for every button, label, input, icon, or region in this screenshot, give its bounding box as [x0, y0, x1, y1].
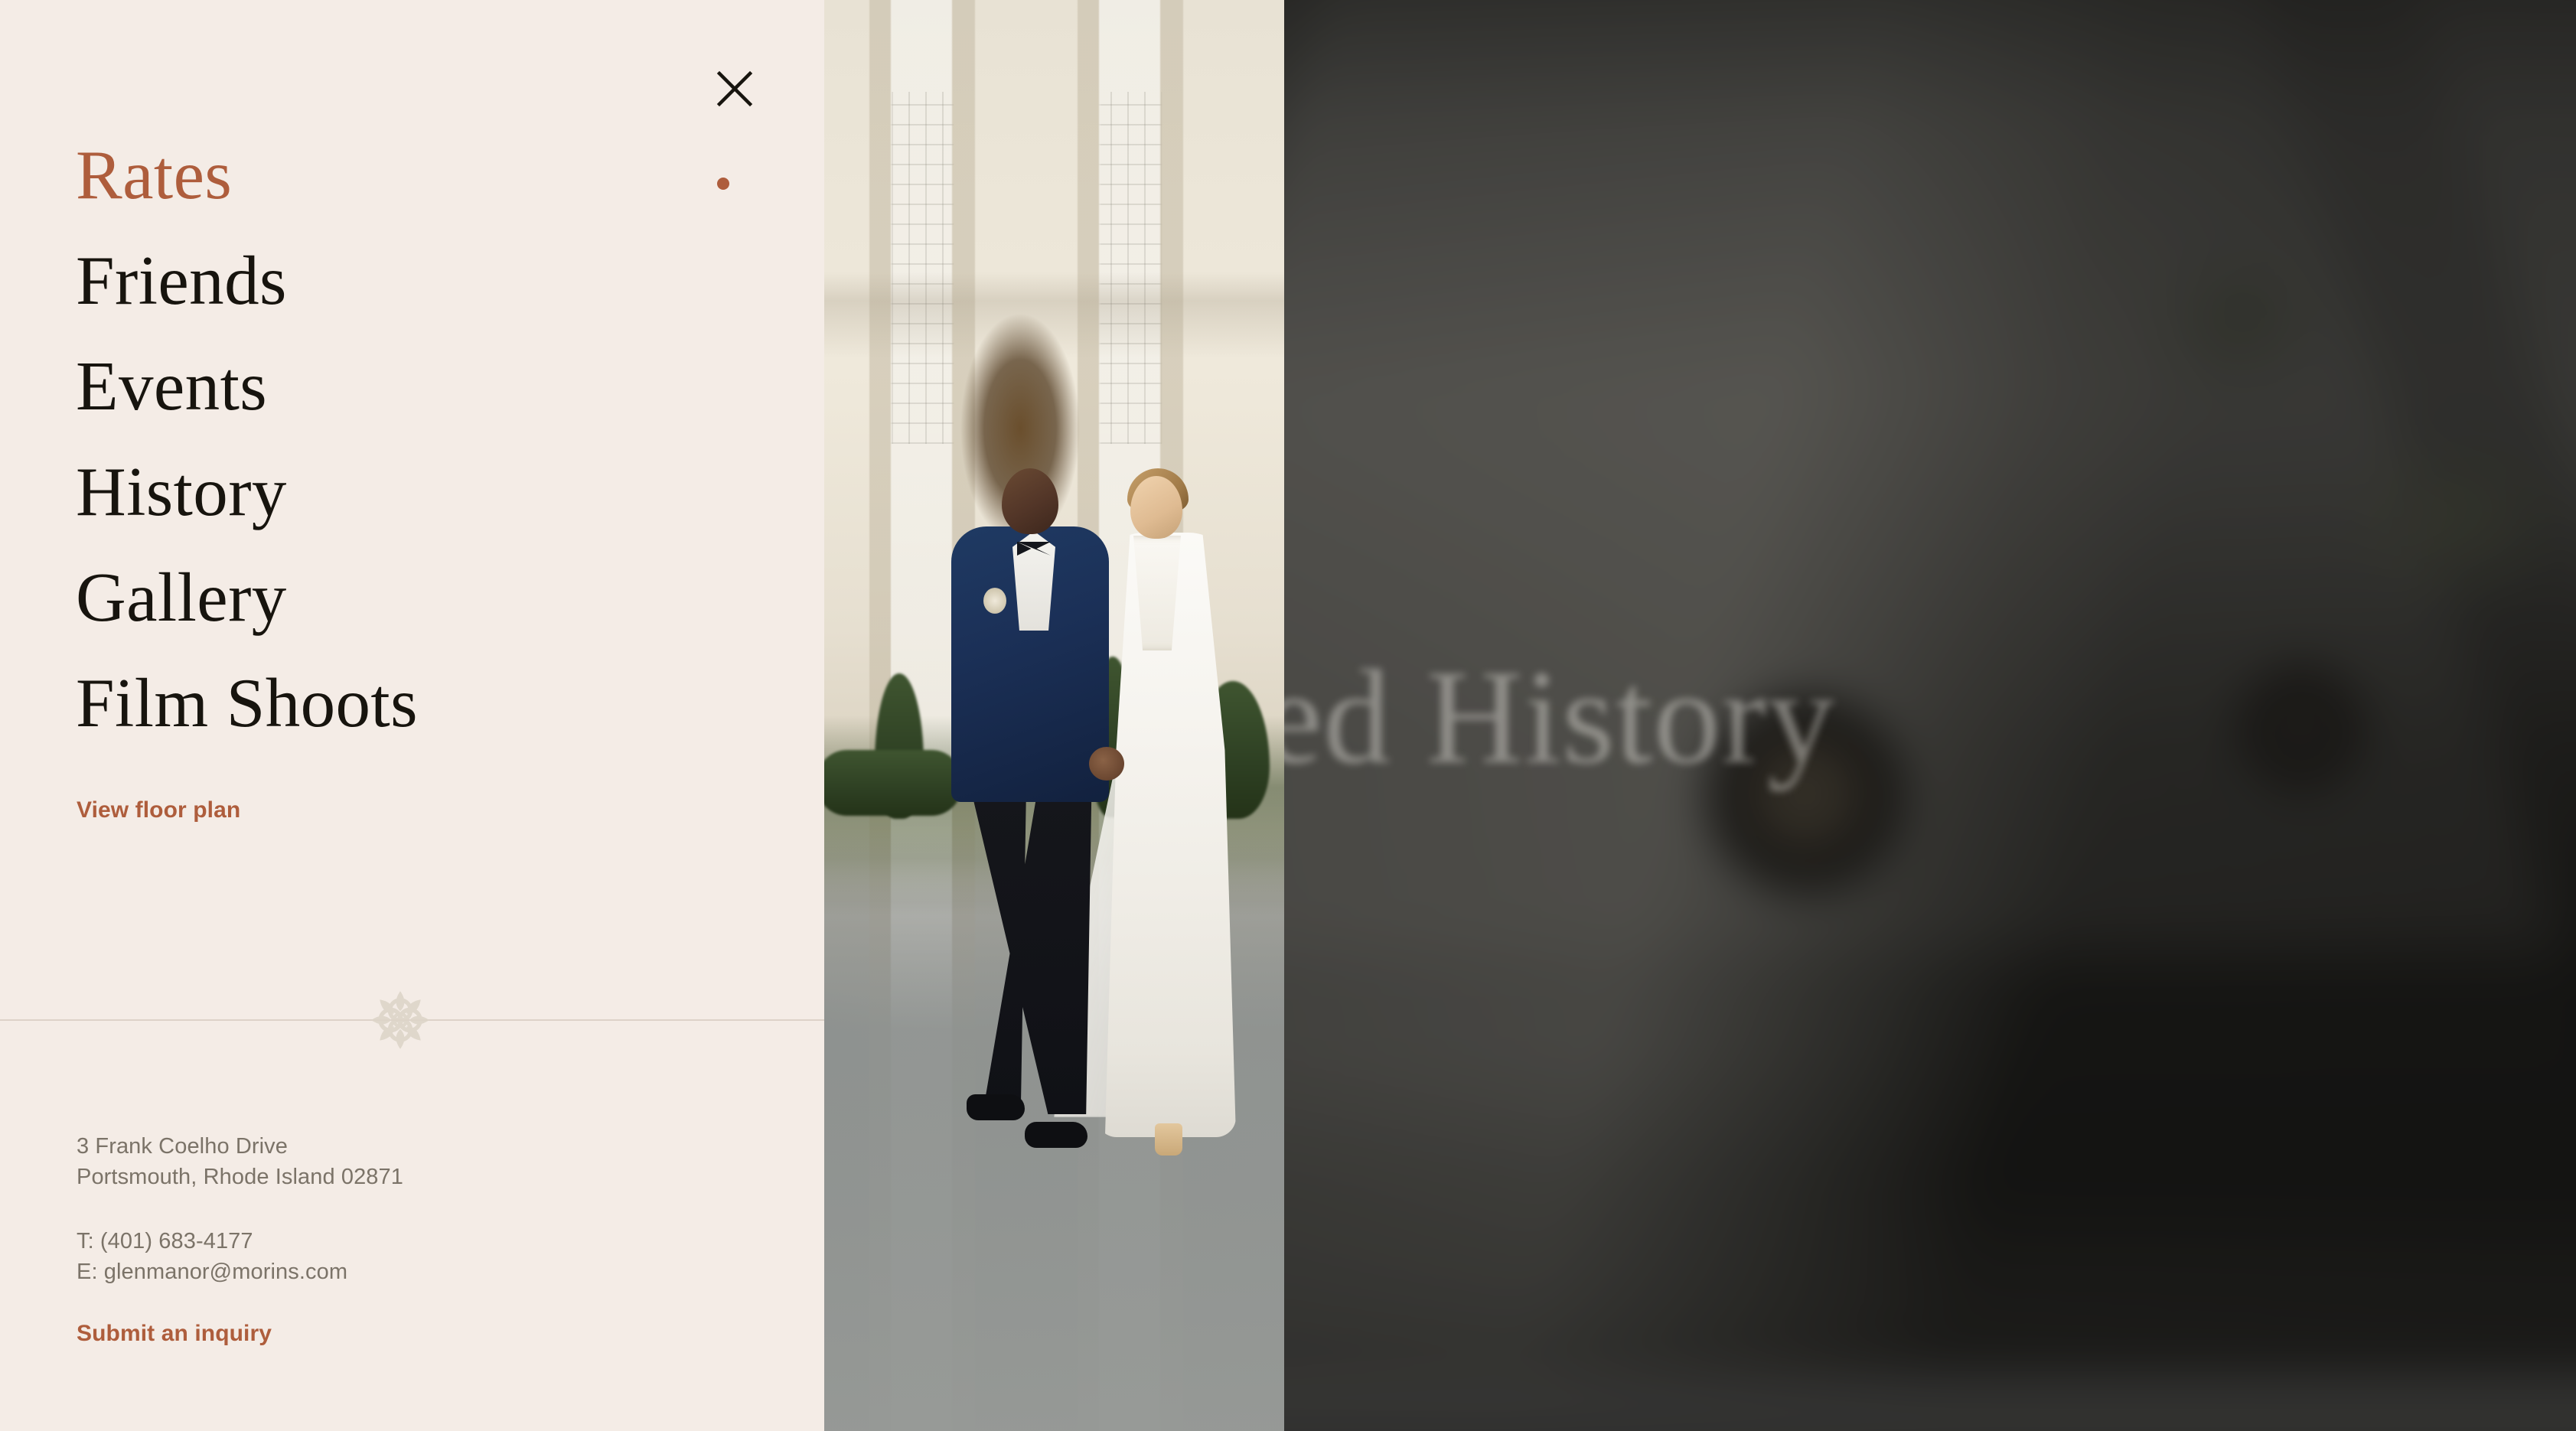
vintage-car-background-photo	[1168, 0, 2576, 1431]
bride-head	[1130, 476, 1182, 539]
groom-shoe-left	[967, 1094, 1025, 1120]
menu-overlay-screen: ed History Rates Friends Events History …	[0, 0, 2576, 1431]
navigation-panel: Rates Friends Events History Gallery Fil…	[0, 0, 824, 1431]
address-line-1: 3 Frank Coelho Drive	[77, 1134, 288, 1159]
bride-shoe	[1155, 1123, 1182, 1156]
active-page-dot	[717, 178, 729, 190]
nav-item-events[interactable]: Events	[76, 334, 418, 439]
rosette-ornament-icon	[366, 986, 435, 1055]
view-floor-plan-link[interactable]: View floor plan	[77, 797, 240, 823]
nav-item-rates[interactable]: Rates	[76, 122, 418, 228]
ornamental-divider	[0, 991, 824, 1049]
phone-number[interactable]: T: (401) 683-4177	[77, 1226, 403, 1257]
nav-item-history[interactable]: History	[76, 439, 418, 545]
email-address[interactable]: E: glenmanor@morins.com	[77, 1257, 403, 1287]
groom-head	[1002, 468, 1058, 534]
wedding-photo-column	[824, 0, 1284, 1431]
nav-item-friends[interactable]: Friends	[76, 228, 418, 334]
contact-details: 3 Frank Coelho Drive Portsmouth, Rhode I…	[77, 1131, 403, 1287]
close-icon[interactable]	[713, 67, 756, 110]
held-hands	[1089, 747, 1124, 781]
contact-spacer	[77, 1192, 403, 1226]
submit-inquiry-link[interactable]: Submit an inquiry	[77, 1321, 272, 1347]
groom-shoe-right	[1025, 1122, 1087, 1148]
nav-item-gallery[interactable]: Gallery	[76, 545, 418, 650]
primary-nav: Rates Friends Events History Gallery Fil…	[76, 122, 418, 756]
mansion-window-grid	[824, 92, 1284, 444]
address-line-2: Portsmouth, Rhode Island 02871	[77, 1165, 403, 1189]
hedge-low	[824, 750, 962, 816]
nav-item-film-shoots[interactable]: Film Shoots	[76, 650, 418, 756]
groom-boutonniere	[983, 588, 1006, 614]
